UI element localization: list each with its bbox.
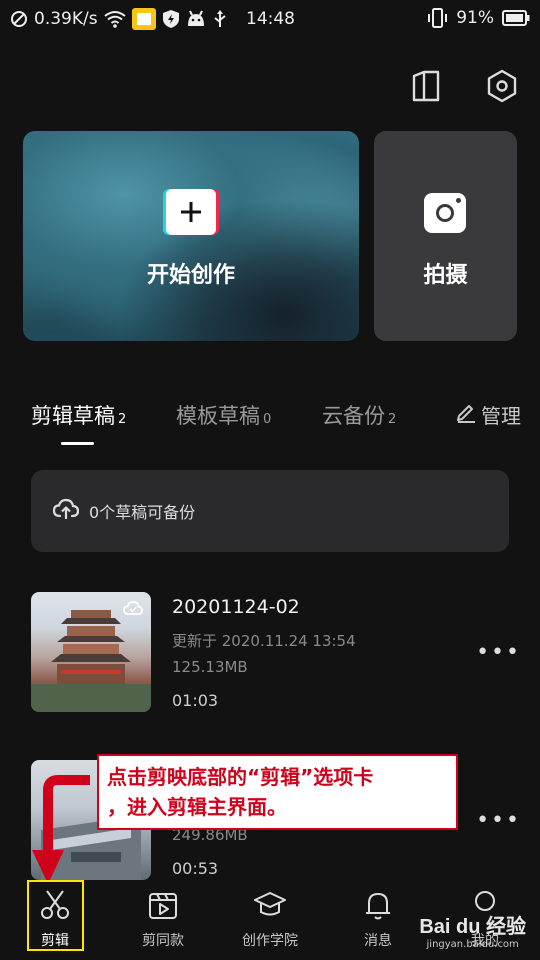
nav-label: 消息 xyxy=(364,933,392,949)
watermark-sub: jingyan.baidu.com xyxy=(426,939,519,950)
baidu-watermark: Bai du 经验 jingyan.baidu.com xyxy=(419,910,526,950)
wifi-icon xyxy=(103,10,126,28)
start-create-card[interactable]: 开始创作 xyxy=(23,131,359,341)
nav-highlight-box xyxy=(27,880,84,951)
plus-icon xyxy=(166,189,216,235)
annotation-line-2: ，进入剪辑主界面。 xyxy=(107,795,287,819)
start-create-label: 开始创作 xyxy=(146,263,235,288)
manage-label: 管理 xyxy=(481,404,521,428)
more-options-icon[interactable]: ••• xyxy=(476,808,521,833)
tab-edit-drafts[interactable]: 剪辑草稿 2 xyxy=(31,400,126,430)
draft-duration: 01:03 xyxy=(172,691,219,710)
draft-size: 125.13MB xyxy=(172,658,248,676)
backup-text: 0个草稿可备份 xyxy=(89,503,196,522)
nav-messages[interactable]: 消息 xyxy=(333,880,423,960)
nav-academy[interactable]: 创作学院 xyxy=(225,880,315,960)
active-tab-indicator xyxy=(61,442,94,445)
more-options-icon[interactable]: ••• xyxy=(476,640,521,665)
camera-icon xyxy=(424,193,466,233)
shoot-card[interactable]: 拍摄 xyxy=(374,131,517,341)
usb-icon xyxy=(212,9,228,29)
bell-icon xyxy=(361,888,395,922)
no-disturb-icon xyxy=(10,10,28,28)
network-speed: 0.39K/s xyxy=(34,9,98,29)
watermark-main: Bai du 经验 xyxy=(419,916,526,938)
tab-count: 0 xyxy=(263,412,272,427)
draft-duration: 00:53 xyxy=(172,859,219,878)
draft-item[interactable]: 20201124-02 更新于 2020.11.24 13:54 125.13M… xyxy=(31,592,521,712)
tab-cloud-backup[interactable]: 云备份 2 xyxy=(322,400,396,430)
nav-label: 创作学院 xyxy=(242,933,298,949)
vibrate-icon xyxy=(426,8,448,28)
tab-count: 2 xyxy=(388,412,397,427)
manage-button[interactable]: 管理 xyxy=(455,400,521,429)
status-left: 0.39K/s xyxy=(10,8,228,30)
edit-pencil-icon xyxy=(455,401,477,428)
notification-app-icon xyxy=(131,8,156,30)
tab-template-drafts[interactable]: 模板草稿 0 xyxy=(176,400,271,430)
tab-label: 模板草稿 xyxy=(176,404,260,428)
tab-label: 剪辑草稿 xyxy=(31,404,115,428)
draft-updated: 更新于 2020.11.24 13:54 xyxy=(172,632,356,650)
tab-count: 2 xyxy=(118,412,127,427)
nav-label: 剪同款 xyxy=(142,933,184,949)
backup-banner[interactable]: 0个草稿可备份 xyxy=(31,470,509,552)
shield-icon xyxy=(162,9,180,29)
annotation-line-1: 点击剪映底部的“剪辑”选项卡 xyxy=(107,765,374,789)
tab-label: 云备份 xyxy=(322,404,385,428)
draft-thumbnail xyxy=(31,592,151,712)
draft-tabs: 剪辑草稿 2 模板草稿 0 云备份 2 管理 xyxy=(31,400,521,445)
cloud-upload-icon xyxy=(52,498,80,524)
settings-hex-icon[interactable] xyxy=(486,68,518,104)
nav-templates[interactable]: 剪同款 xyxy=(118,880,208,960)
book-icon[interactable] xyxy=(410,68,442,104)
battery-icon xyxy=(502,10,530,26)
status-bar: 0.39K/s 14:48 91% xyxy=(0,0,540,38)
draft-name: 20201124-02 xyxy=(172,596,300,618)
tutorial-annotation: 点击剪映底部的“剪辑”选项卡 ，进入剪辑主界面。 xyxy=(97,754,458,830)
status-right: 91% xyxy=(426,8,530,28)
clock: 14:48 xyxy=(246,9,295,29)
graduation-cap-icon xyxy=(253,888,287,922)
cloud-synced-icon xyxy=(123,600,143,620)
template-play-icon xyxy=(146,888,180,922)
android-debug-icon xyxy=(186,10,206,28)
shoot-label: 拍摄 xyxy=(423,263,468,288)
pointer-arrow-icon xyxy=(32,775,90,884)
top-actions xyxy=(410,68,518,104)
battery-percent: 91% xyxy=(456,8,494,28)
